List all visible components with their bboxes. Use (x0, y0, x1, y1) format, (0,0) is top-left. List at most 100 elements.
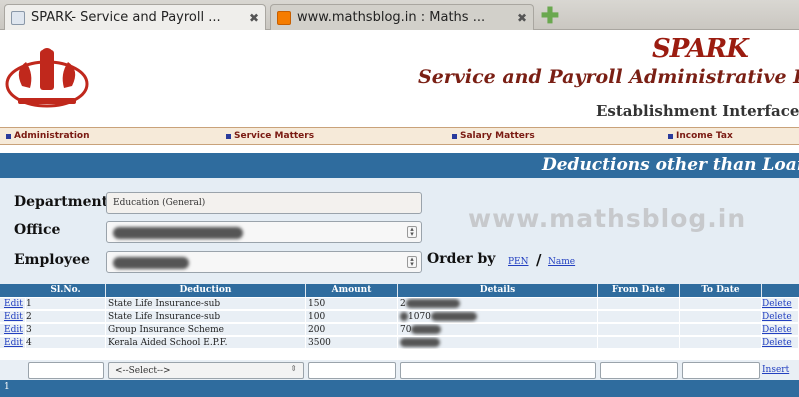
col-slno: Sl.No. (26, 284, 106, 297)
details-text: 70 (400, 325, 412, 335)
menu-label: Salary Matters (460, 131, 535, 141)
menu-label: Income Tax (676, 131, 733, 141)
col-from-date: From Date (598, 284, 680, 297)
table-row: Edit 2 State Life Insurance-sub 100 1070… (0, 311, 799, 323)
to-date-input[interactable] (682, 362, 760, 379)
to-date-cell (680, 337, 762, 349)
menu-salary-matters[interactable]: Salary Matters (452, 131, 535, 141)
select-arrows-icon: ⇕ (290, 364, 297, 373)
table-row: Edit 3 Group Insurance Scheme 200 70 Del… (0, 324, 799, 336)
from-date-cell (598, 311, 680, 323)
order-by-name-link[interactable]: Name (548, 257, 575, 267)
amount-cell: 150 (306, 298, 398, 310)
from-date-cell (598, 337, 680, 349)
redacted-value (405, 299, 460, 308)
deduction-select[interactable]: <--Select--> ⇕ (108, 362, 304, 379)
bullet-icon (668, 133, 673, 139)
slno-cell: 1 (26, 298, 106, 310)
page-favicon-icon (11, 10, 25, 25)
slno-cell: 3 (26, 324, 106, 336)
tab-spark-close-icon[interactable]: ✖ (241, 11, 259, 25)
deduction-select-value: <--Select--> (115, 366, 171, 376)
bullet-icon (6, 133, 11, 139)
menu-label: Administration (14, 131, 90, 141)
order-by-pen-link[interactable]: PEN (508, 257, 529, 267)
edit-link[interactable]: Edit (4, 311, 26, 323)
details-text: 2 (400, 299, 406, 309)
main-menu: Administration Service Matters Salary Ma… (0, 127, 799, 145)
table-row: Edit 4 Kerala Aided School E.P.F. 3500 D… (0, 337, 799, 349)
details-text: 1070 (408, 312, 431, 322)
col-details: Details (398, 284, 598, 297)
to-date-cell (680, 298, 762, 310)
to-date-cell (680, 324, 762, 336)
details-input[interactable] (400, 362, 596, 379)
site-title: Service and Payroll Administrative Rep (418, 66, 799, 88)
from-date-cell (598, 324, 680, 336)
interface-subtitle: Establishment Interface (596, 102, 799, 120)
department-value: Education (General) (113, 198, 206, 208)
tab-mathsblog-close-icon[interactable]: ✖ (509, 11, 527, 25)
delete-link[interactable]: Delete (762, 337, 799, 349)
office-label: Office (14, 222, 61, 238)
col-deduction: Deduction (106, 284, 306, 297)
order-by-separator: / (536, 251, 542, 269)
table-row: Edit 1 State Life Insurance-sub 150 2 De… (0, 298, 799, 310)
bullet-icon (226, 133, 231, 139)
footer-text: 1 (4, 382, 10, 392)
col-amount: Amount (306, 284, 398, 297)
deduction-cell: Group Insurance Scheme (106, 324, 306, 336)
kerala-emblem-logo (5, 48, 89, 108)
department-field: Education (General) (106, 192, 422, 214)
insert-link[interactable]: Insert (762, 364, 799, 376)
edit-link[interactable]: Edit (4, 324, 26, 336)
delete-link[interactable]: Delete (762, 311, 799, 323)
slno-cell: 2 (26, 311, 106, 323)
new-tab-icon[interactable]: ✚ (540, 5, 560, 27)
amount-cell: 100 (306, 311, 398, 323)
amount-cell: 200 (306, 324, 398, 336)
redacted-value (400, 312, 408, 321)
menu-service-matters[interactable]: Service Matters (226, 131, 314, 141)
table-header: Sl.No. Deduction Amount Details From Dat… (0, 284, 799, 297)
tab-mathsblog-title: www.mathsblog.in : Maths ... (297, 10, 486, 25)
menu-administration[interactable]: Administration (6, 131, 90, 141)
redacted-value (400, 338, 440, 347)
details-cell: 70 (398, 324, 598, 336)
redacted-value (430, 312, 477, 321)
slno-input[interactable] (28, 362, 104, 379)
browser-tab-bar: SPARK- Service and Payroll ... ✖ www.mat… (0, 0, 799, 30)
deduction-cell: State Life Insurance-sub (106, 311, 306, 323)
redacted-value (113, 227, 243, 239)
redacted-value (411, 325, 442, 334)
delete-link[interactable]: Delete (762, 324, 799, 336)
select-arrows-icon: ▴ ▾ (407, 256, 417, 268)
tab-spark[interactable]: SPARK- Service and Payroll ... ✖ (4, 4, 266, 30)
insert-row: <--Select--> ⇕ Insert (0, 360, 799, 380)
details-cell (398, 337, 598, 349)
details-cell: 1070 (398, 311, 598, 323)
spark-logo: SPARK (652, 34, 749, 64)
bullet-icon (452, 133, 457, 139)
office-select[interactable]: ▴ ▾ (106, 221, 422, 243)
from-date-input[interactable] (600, 362, 678, 379)
footer-band: 1 (0, 380, 799, 397)
details-cell: 2 (398, 298, 598, 310)
tab-mathsblog[interactable]: www.mathsblog.in : Maths ... ✖ (270, 4, 534, 30)
order-by-label: Order by (427, 251, 496, 267)
menu-income-tax[interactable]: Income Tax (668, 131, 733, 141)
edit-link[interactable]: Edit (4, 298, 26, 310)
select-arrows-icon: ▴ ▾ (407, 226, 417, 238)
blogger-favicon-icon (277, 10, 291, 25)
employee-select[interactable]: ▴ ▾ (106, 251, 422, 273)
col-to-date: To Date (680, 284, 762, 297)
tab-spark-title: SPARK- Service and Payroll ... (31, 10, 221, 25)
amount-input[interactable] (308, 362, 396, 379)
delete-link[interactable]: Delete (762, 298, 799, 310)
edit-link[interactable]: Edit (4, 337, 26, 349)
department-label: Department (14, 194, 109, 210)
deduction-cell: State Life Insurance-sub (106, 298, 306, 310)
deduction-cell: Kerala Aided School E.P.F. (106, 337, 306, 349)
section-title: Deductions other than Loans (542, 155, 799, 175)
employee-label: Employee (14, 252, 90, 268)
